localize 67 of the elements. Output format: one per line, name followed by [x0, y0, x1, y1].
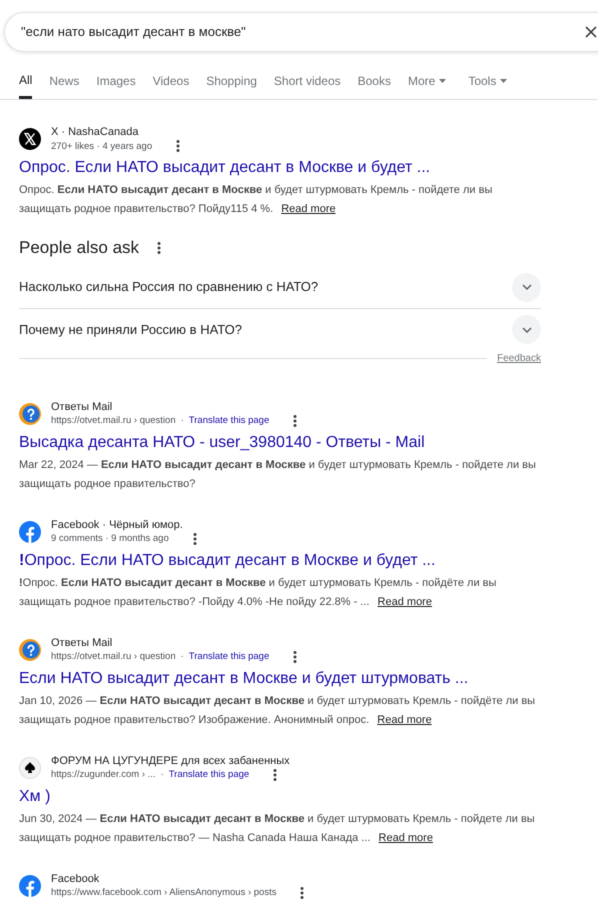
more-options-icon[interactable]	[273, 768, 278, 782]
result-snippet: !Опрос. Если НАТО высадит десант в Москве и будет штурмовать Кремль - пойдёте ли вы защищать родное правительство? -Пойду 4.0% -Не пойду 22.8% - ... Read more	[19, 576, 498, 610]
expand-button[interactable]	[512, 315, 541, 344]
dropdown-caret-icon	[500, 79, 508, 83]
translate-link[interactable]: Translate this page	[168, 768, 250, 781]
question-row[interactable]: Почему не приняли Россию в НАТО?	[19, 308, 541, 350]
result-snippet: Jun 30, 2024 — Если НАТО высадит десант в Москве и будет штурмовать Кремль - пойдете ли вы защищать родное правительство? — Nasha Canada Наша Канада ... Read more	[19, 812, 536, 846]
search-tab[interactable]: Tools	[468, 73, 508, 99]
result-source: 9 comments · 9 months ago	[51, 532, 169, 545]
search-field[interactable]: "если нато высадит десант в москве"	[4, 12, 598, 52]
more-options-icon[interactable]	[293, 650, 298, 664]
site-name: ФОРУМ НА ЦУГУНДЕРЕ для всех забаненных	[51, 754, 290, 768]
search-tab[interactable]: More	[408, 73, 446, 99]
read-more-link[interactable]: Read more	[281, 203, 336, 215]
result-source: https://www.facebook.com › AliensAnonymous › posts	[51, 886, 276, 899]
more-options-icon[interactable]	[157, 240, 162, 255]
search-tab[interactable]: Books	[358, 73, 391, 99]
site-name: X · NashaCanada	[51, 125, 140, 139]
separator-dot: ·	[180, 650, 184, 663]
result-title-link[interactable]: Если НАТО высадит десант в Москве и будет штурмовать ...	[19, 668, 598, 690]
search-tab[interactable]: Shopping	[206, 73, 257, 99]
question-mark-icon	[19, 638, 41, 660]
separator-dot: ·	[160, 768, 164, 781]
chevron-icon	[522, 284, 532, 290]
question-mark-icon	[19, 402, 41, 424]
facebook-logo-icon	[19, 520, 41, 542]
site-name: Facebook · Чёрный юмор.	[51, 518, 184, 532]
more-options-icon[interactable]	[300, 886, 304, 900]
more-options-icon[interactable]	[176, 139, 180, 153]
translate-link[interactable]: Translate this page	[188, 650, 270, 663]
x-logo-icon	[19, 128, 41, 150]
result-snippet: Опрос. Если НАТО высадит десант в Москве и будет штурмовать Кремль - пойдете ли вы защищать родное правительство? Пойду115 4 %. Read more	[19, 183, 494, 217]
result-snippet: Mar 22, 2024 — Если НАТО высадит десант в Москве и будет штурмовать Кремль - пойдете ли вы защищать родное правительство?	[19, 458, 537, 492]
question-row[interactable]: Насколько сильна Россия по сравнению с НАТО?	[19, 266, 541, 308]
close-icon[interactable]	[585, 26, 597, 38]
search-tab[interactable]: All	[19, 73, 32, 99]
read-more-link[interactable]: Read more	[377, 714, 432, 726]
search-tab[interactable]: Videos	[152, 73, 190, 99]
site-name: Facebook	[51, 872, 100, 886]
result-source: 270+ likes · 4 years ago	[51, 140, 152, 152]
section-heading: People also ask	[19, 237, 140, 259]
search-tab[interactable]: Short videos	[274, 73, 341, 99]
result-snippet: Jan 10, 2026 — Если НАТО высадит десант в Москве и будет штурмовать Кремль - пойдёте ли вы защищать родное правительство? Изображение. Анонимный опрос. Read more	[19, 694, 536, 728]
more-options-icon[interactable]	[192, 532, 197, 546]
result-title-link[interactable]: !Опрос. Если НАТО высадит десант в Москве и будет ...	[19, 550, 598, 572]
facebook-logo-icon	[19, 874, 41, 896]
more-options-icon[interactable]	[293, 414, 298, 428]
result-title-link[interactable]: Хм )	[19, 786, 598, 808]
search-tab[interactable]: News	[49, 73, 80, 99]
site-name: Ответы Mail	[51, 636, 114, 650]
dropdown-caret-icon	[439, 79, 446, 83]
translate-link[interactable]: Translate this page	[188, 414, 270, 427]
expand-button[interactable]	[512, 272, 541, 302]
result-source: https://zugunder.com › ...	[51, 768, 156, 781]
chevron-icon	[522, 326, 532, 332]
spade-icon	[19, 756, 41, 778]
search-tab[interactable]: Images	[96, 73, 136, 99]
separator-dot: ·	[180, 414, 184, 427]
site-name: Ответы Mail	[51, 400, 114, 414]
feedback-link[interactable]: Feedback	[497, 350, 541, 366]
search-query: "если нато высадит десант в москве"	[21, 23, 246, 42]
result-source: https://otvet.mail.ru › question	[51, 650, 176, 663]
read-more-link[interactable]: Read more	[378, 832, 433, 844]
result-title-link[interactable]: Опрос. Если НАТО высадит десант в Москве и будет ...	[19, 157, 598, 179]
result-title-link[interactable]: Высадка десанта НАТО - user_3980140 - Ответы - Mail	[19, 432, 598, 454]
result-source: https://otvet.mail.ru › question	[51, 414, 176, 427]
read-more-link[interactable]: Read more	[378, 596, 432, 608]
